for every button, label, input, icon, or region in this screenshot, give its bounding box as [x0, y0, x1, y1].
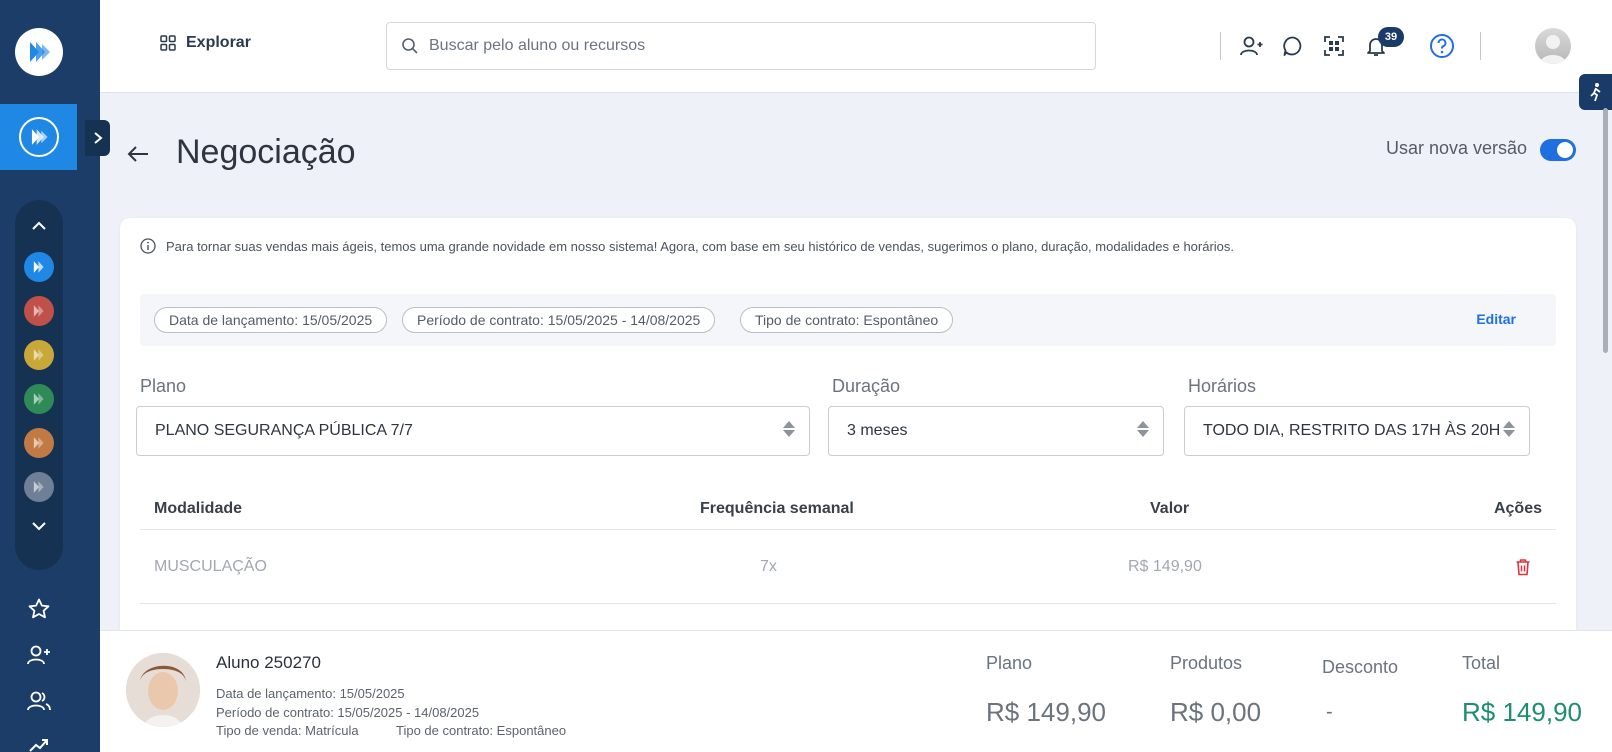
col-modalidade: Modalidade	[154, 500, 243, 517]
student-sale-type: Tipo de venda: Matrícula	[216, 723, 359, 738]
horarios-select[interactable]: TODO DIA, RESTRITO DAS 17H ÀS 20H	[1184, 406, 1530, 456]
horarios-label: Horários	[1188, 376, 1257, 396]
star-icon[interactable]	[24, 594, 54, 624]
help-icon[interactable]	[1426, 30, 1458, 62]
explorar-label: Explorar	[186, 34, 251, 51]
add-user-icon[interactable]	[1236, 30, 1268, 62]
summary-desconto-value: -	[1326, 701, 1333, 723]
chat-icon[interactable]	[1277, 30, 1309, 62]
col-acoes: Ações	[1493, 500, 1542, 517]
search-box	[386, 22, 1096, 70]
back-button[interactable]	[124, 140, 152, 168]
new-version-toggle[interactable]	[1540, 139, 1576, 161]
delete-icon[interactable]	[1512, 556, 1534, 578]
search-icon	[402, 38, 418, 54]
summary-plano-value: R$ 149,90	[986, 697, 1106, 727]
col-valor: Valor	[1150, 500, 1190, 517]
expand-chevron-icon	[93, 132, 103, 144]
table-header: Modalidade Frequência semanal Valor Açõe…	[140, 488, 1556, 530]
select-arrows-icon	[1133, 421, 1149, 437]
cell-valor: R$ 149,90	[1128, 558, 1202, 575]
app-dot-5[interactable]	[24, 428, 54, 458]
student-contract-period: Período de contrato: 15/05/2025 - 14/08/…	[216, 705, 480, 720]
explorar-button[interactable]: Explorar	[160, 34, 251, 52]
expand-sidebar-button[interactable]	[85, 120, 110, 156]
summary-produtos-value: R$ 0,00	[1170, 697, 1262, 727]
search-input[interactable]	[429, 37, 1069, 55]
cell-frequencia: 7x	[760, 558, 777, 575]
active-module-tile[interactable]	[0, 104, 77, 170]
summary-total-value: R$ 149,90	[1462, 697, 1582, 727]
logo-icon[interactable]	[15, 28, 63, 76]
page-title: Negociação	[176, 133, 356, 171]
toggle-knob	[1557, 142, 1573, 158]
student-name: Aluno 250270	[216, 653, 321, 672]
module-logo-icon	[18, 117, 59, 157]
app-dot-2[interactable]	[24, 296, 54, 326]
info-icon	[140, 238, 156, 254]
chip-contract-period: Período de contrato: 15/05/2025 - 14/08/…	[402, 307, 716, 333]
topbar: Explorar 39	[100, 0, 1612, 93]
app-dot-3[interactable]	[24, 340, 54, 370]
bell-icon[interactable]: 39	[1360, 27, 1404, 62]
duracao-label: Duração	[832, 376, 901, 396]
avatar[interactable]	[1535, 28, 1571, 64]
summary-total-label: Total	[1462, 653, 1501, 673]
col-frequencia: Frequência semanal	[700, 500, 854, 517]
duracao-select[interactable]: 3 meses	[828, 406, 1164, 456]
summary-plano-label: Plano	[986, 653, 1033, 673]
arrow-left-icon	[127, 146, 148, 162]
contract-chips: Data de lançamento: 15/05/2025 Período d…	[140, 294, 1556, 346]
chip-launch-date: Data de lançamento: 15/05/2025	[154, 307, 388, 333]
plano-label: Plano	[140, 376, 187, 396]
accessibility-button[interactable]	[1579, 74, 1612, 110]
users-icon[interactable]	[24, 686, 54, 716]
app-switcher	[15, 200, 63, 570]
qr-code-icon[interactable]	[1318, 30, 1350, 62]
sidebar	[0, 0, 100, 752]
chevron-down-icon[interactable]	[27, 516, 51, 536]
grid-icon	[160, 35, 176, 51]
student-contract-type: Tipo de contrato: Espontâneo	[396, 723, 567, 738]
duracao-value: 3 meses	[847, 422, 908, 439]
app-dot-1[interactable]	[24, 252, 54, 282]
accessibility-icon	[1589, 83, 1601, 102]
app-dot-6[interactable]	[24, 472, 54, 502]
info-text: Para tornar suas vendas mais ágeis, temo…	[166, 238, 1235, 254]
summary-footer: Aluno 250270 Data de lançamento: 15/05/2…	[100, 630, 1612, 752]
student-launch-date: Data de lançamento: 15/05/2025	[216, 686, 405, 701]
select-arrows-icon	[1499, 421, 1515, 437]
edit-link[interactable]: Editar	[1476, 311, 1516, 327]
new-version-label: Usar nova versão	[1386, 138, 1528, 158]
info-banner: Para tornar suas vendas mais ágeis, temo…	[140, 238, 1234, 254]
student-photo	[126, 653, 200, 727]
summary-produtos-label: Produtos	[1170, 653, 1243, 673]
table-row: MUSCULAÇÃO 7x R$ 149,90	[140, 530, 1556, 604]
divider	[1220, 32, 1221, 60]
divider	[1480, 32, 1481, 60]
plano-select[interactable]: PLANO SEGURANÇA PÚBLICA 7/7	[136, 406, 810, 456]
chevron-up-icon[interactable]	[27, 216, 51, 236]
scrollbar[interactable]	[1603, 108, 1608, 353]
notification-badge: 39	[1378, 27, 1404, 47]
add-user-icon[interactable]	[24, 640, 54, 670]
select-arrows-icon	[779, 421, 795, 437]
plano-value: PLANO SEGURANÇA PÚBLICA 7/7	[155, 422, 413, 439]
cell-modalidade: MUSCULAÇÃO	[154, 558, 267, 575]
app-dot-4[interactable]	[24, 384, 54, 414]
summary-desconto-label: Desconto	[1322, 657, 1399, 677]
negotiation-card: Para tornar suas vendas mais ágeis, temo…	[120, 218, 1576, 638]
chip-contract-type: Tipo de contrato: Espontâneo	[740, 307, 954, 333]
trend-icon[interactable]	[24, 730, 54, 752]
horarios-value: TODO DIA, RESTRITO DAS 17H ÀS 20H	[1203, 422, 1501, 439]
